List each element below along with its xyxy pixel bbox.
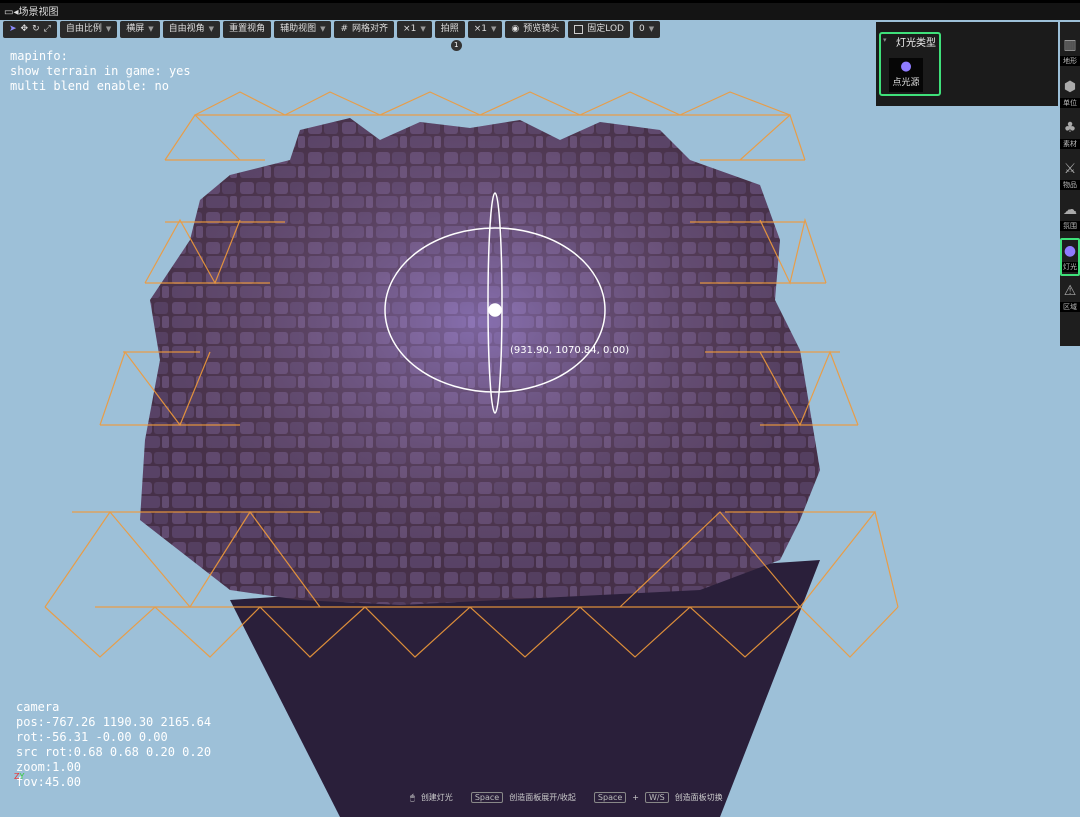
select-icon[interactable]: ➤ [9, 21, 17, 38]
sidebar-item-assets[interactable]: ♣ 素材 [1060, 117, 1080, 155]
chevron-down-icon: ▼ [648, 25, 655, 33]
hint-bar: 🖱 创建灯光 Space 创造面板展开/收起 Space + W/S 创造面板切… [410, 792, 723, 803]
aspect-dropdown[interactable]: 自由比例 ▼ [59, 21, 118, 38]
lod-dropdown[interactable]: 0 ▼ [633, 21, 661, 38]
chevron-down-icon: ▼ [208, 25, 215, 33]
photo-button[interactable]: 拍照 1 [434, 21, 465, 51]
fixed-lod-checkbox[interactable]: 固定LOD [568, 21, 630, 38]
sidebar-item-regions[interactable]: ⚠ 区域 [1060, 280, 1080, 318]
label: ×1 [473, 24, 488, 34]
label: 灯光 [1062, 262, 1078, 272]
chevron-down-icon: ▼ [420, 25, 426, 33]
label: 自由比例 [65, 24, 102, 34]
move-icon[interactable]: ✥ [21, 21, 29, 38]
orientation-dropdown[interactable]: 横屏 ▼ [120, 21, 160, 38]
label: 单位 [1060, 98, 1080, 108]
label: 辅助视图 [280, 24, 317, 34]
camera-info-overlay: camera pos:-767.26 1190.30 2165.64 rot:-… [16, 700, 212, 789]
mouse-icon: 🖱 [410, 792, 415, 802]
grid-multiplier-dropdown[interactable]: ×1 ▼ [397, 21, 432, 38]
chevron-down-icon: ▼ [320, 25, 326, 33]
chevron-down-icon: ▼ [148, 25, 154, 33]
axis-indicator-icon: ZY [14, 772, 25, 781]
hint-toggle-panel: 创造面板展开/收起 [509, 793, 576, 802]
label: 素材 [1060, 139, 1080, 149]
light-type-title: 灯光类型 [896, 38, 936, 49]
label: 物品 [1060, 180, 1080, 190]
sidebar-item-units[interactable]: ⬢ 单位 [1060, 76, 1080, 114]
eye-icon: ◉ [511, 24, 520, 34]
sidebar-item-terrain[interactable]: ▥ 地形 [1060, 34, 1080, 72]
label: 区域 [1060, 302, 1080, 312]
plus-sign: + [632, 793, 639, 802]
photo-multiplier-dropdown[interactable]: ×1 ▼ [467, 21, 503, 38]
light-type-panel: ▾ 灯光类型 ● 点光源 [876, 22, 1058, 106]
scale-icon[interactable]: ⤢ [44, 21, 51, 38]
label: 0 [639, 24, 645, 34]
label: 预览镜头 [523, 24, 560, 34]
point-light-item[interactable]: ● 点光源 [889, 58, 923, 92]
key-space: Space [470, 792, 504, 803]
label: 固定LOD [587, 24, 624, 34]
label: 拍照 [440, 24, 459, 34]
rotate-icon[interactable]: ↻ [32, 21, 40, 38]
right-sidebar: ▥ 地形 ⬢ 单位 ♣ 素材 ⚔ 物品 ☁ 氛围 ● 灯光 ⚠ 区域 [1060, 22, 1080, 346]
label: 重置视角 [229, 24, 266, 34]
key-ws: W/S [645, 792, 669, 803]
key-space: Space [593, 792, 627, 803]
preview-camera-button[interactable]: ◉ 预览镜头 [505, 21, 566, 38]
window-title-bar: ▭◂场景视图 [0, 0, 1080, 20]
hint-switch-panel: 创造面板切换 [674, 793, 723, 802]
chevron-down-icon: ▼ [491, 25, 497, 33]
warning-icon: ⚠ [1063, 283, 1077, 299]
point-light-label: 点光源 [892, 78, 920, 88]
lightbulb-icon: ● [900, 59, 912, 74]
checkbox-icon [574, 25, 584, 34]
chevron-down-icon: ▼ [105, 25, 112, 33]
map-icon: ▥ [1063, 37, 1077, 53]
view-mode-dropdown[interactable]: 自由视角 ▼ [162, 21, 221, 38]
label: 横屏 [126, 24, 145, 34]
toolbar: ➤ ✥ ↻ ⤢ 自由比例 ▼ 横屏 ▼ 自由视角 ▼ 重置视角 辅助视图 ▼ # 网格对齐 ×1… [3, 21, 661, 51]
hint-create-light: 创建灯光 [420, 793, 453, 802]
label: 地形 [1060, 56, 1080, 66]
collapse-icon[interactable]: ▾ [883, 36, 887, 44]
sidebar-item-items[interactable]: ⚔ 物品 [1060, 158, 1080, 196]
label: 自由视角 [168, 24, 205, 34]
label: ×1 [403, 24, 417, 34]
grid-icon: # [340, 24, 349, 34]
label: 氛围 [1060, 221, 1080, 231]
sidebar-item-atmosphere[interactable]: ☁ 氛围 [1060, 199, 1080, 237]
helper-view-dropdown[interactable]: 辅助视图 ▼ [274, 21, 332, 38]
grid-snap-button[interactable]: # 网格对齐 [334, 21, 395, 38]
scene-viewport[interactable]: mapinfo: show terrain in game: yes multi… [0, 40, 1060, 817]
reset-view-button[interactable]: 重置视角 [223, 21, 272, 38]
label: 网格对齐 [352, 24, 389, 34]
view-icon: ▭◂ [4, 7, 19, 18]
tree-icon: ♣ [1063, 120, 1077, 136]
mapinfo-overlay: mapinfo: show terrain in game: yes multi… [10, 49, 191, 93]
sidebar-item-lights[interactable]: ● 灯光 [1060, 238, 1080, 276]
transform-tools[interactable]: ➤ ✥ ↻ ⤢ [3, 21, 57, 38]
sword-icon: ⚔ [1063, 161, 1077, 177]
window-title: 场景视图 [18, 7, 59, 18]
light-coordinates: (931.90, 1070.84, 0.00) [510, 345, 630, 356]
weather-icon: ☁ [1063, 202, 1077, 218]
lightbulb-icon: ● [1063, 243, 1077, 259]
cube-icon: ⬢ [1063, 79, 1077, 95]
